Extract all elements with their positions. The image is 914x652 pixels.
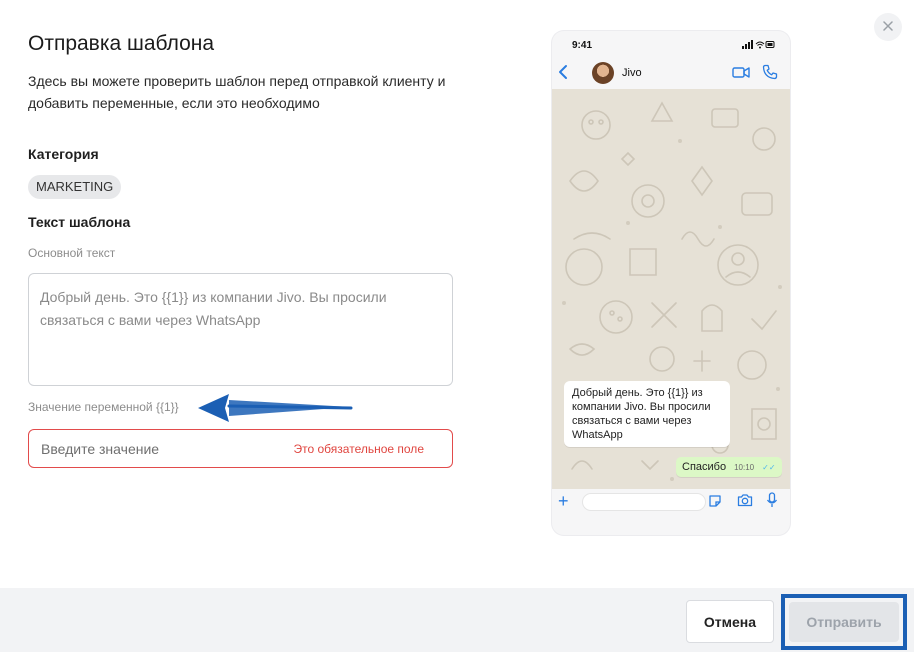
read-receipt-icon: ✓✓ <box>762 462 776 472</box>
chat-input-bar: + <box>552 489 790 515</box>
phone-status-bar: 9:41 <box>552 31 790 59</box>
modal-title: Отправка шаблона <box>28 32 215 55</box>
contact-avatar <box>592 62 614 84</box>
sticker-icon[interactable] <box>708 494 722 513</box>
back-chevron-icon[interactable] <box>557 63 569 86</box>
close-button[interactable] <box>874 13 902 41</box>
chat-header: Jivo <box>552 59 790 89</box>
variable-input-placeholder: Введите значение <box>41 440 160 457</box>
body-text-label: Основной текст <box>28 246 116 260</box>
variable-label: Значение переменной {{1}} <box>28 400 179 414</box>
video-call-icon[interactable] <box>732 65 750 84</box>
body-text-field: Добрый день. Это {{1}} из компании Jivo.… <box>28 273 453 386</box>
chat-area: Добрый день. Это {{1}} из компании Jivo.… <box>552 89 790 489</box>
message-field[interactable] <box>582 493 706 511</box>
phone-call-icon[interactable] <box>762 64 778 85</box>
outgoing-message-bubble: Спасибо 10:10 ✓✓ <box>676 457 782 477</box>
category-label: Категория <box>28 146 99 162</box>
contact-name: Jivo <box>622 67 642 79</box>
modal-footer: Отмена Отправить <box>0 588 914 652</box>
variable-error-message: Это обязательное поле <box>293 441 424 456</box>
status-time: 9:41 <box>572 40 593 51</box>
send-button[interactable]: Отправить <box>789 602 899 642</box>
cancel-button[interactable]: Отмена <box>686 600 774 643</box>
variable-input[interactable]: Введите значение Это обязательное поле <box>28 429 453 468</box>
whatsapp-preview: 9:41 Jivo Добрый день. Это {{1}} из комп… <box>552 31 790 535</box>
camera-icon[interactable] <box>737 493 753 512</box>
send-template-modal: Отправка шаблона Здесь вы можете провери… <box>0 0 914 652</box>
outgoing-message-text: Спасибо <box>682 461 727 473</box>
template-text-label: Текст шаблона <box>28 214 131 230</box>
microphone-icon[interactable] <box>766 492 778 513</box>
plus-icon[interactable]: + <box>558 492 569 510</box>
annotation-arrow-icon <box>198 394 353 422</box>
send-button-highlight: Отправить <box>781 594 907 650</box>
close-icon <box>883 18 893 36</box>
incoming-message-bubble: Добрый день. Это {{1}} из компании Jivo.… <box>564 381 730 447</box>
signal-wifi-battery-icon <box>742 40 776 51</box>
modal-description: Здесь вы можете проверить шаблон перед о… <box>28 73 446 111</box>
category-chip: MARKETING <box>28 175 122 199</box>
outgoing-message-time: 10:10 <box>734 462 755 472</box>
